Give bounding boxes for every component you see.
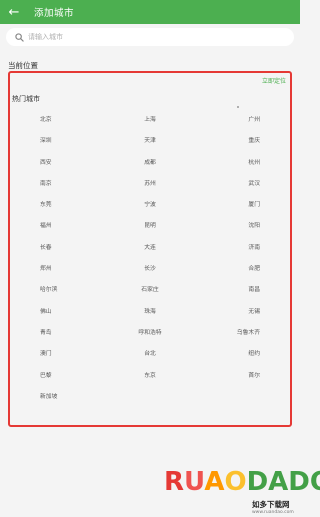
city-item[interactable]: 昆明 — [103, 216, 196, 237]
city-item[interactable]: 新加坡 — [10, 387, 103, 408]
back-button[interactable]: ← — [0, 0, 28, 24]
hot-cities-grid: 北京 上海 广州深圳 天津 重庆西安 成都 杭州南京 苏州 武汉东莞 宁波 厦门福州 昆明 沈阳长春 大连… — [10, 110, 290, 408]
city-item[interactable]: 苏州 — [103, 174, 196, 195]
city-item[interactable]: 福州 — [10, 216, 103, 237]
city-item[interactable]: 大连 — [103, 238, 196, 259]
city-item[interactable]: 纽约 — [197, 344, 290, 365]
city-item[interactable]: 澳门 — [10, 344, 103, 365]
watermark-tagline: 如多下载网 — [252, 500, 290, 509]
city-item[interactable]: 哈尔滨 — [10, 280, 103, 301]
city-item[interactable]: 首尔 — [197, 366, 290, 387]
city-item[interactable]: 上海 — [103, 110, 196, 131]
city-item[interactable]: 台北 — [103, 344, 196, 365]
locate-now-link[interactable]: 立即定位 — [262, 76, 286, 85]
current-location-title: 当前位置 — [8, 61, 38, 70]
city-item[interactable]: 东京 — [103, 366, 196, 387]
city-item[interactable]: 成都 — [103, 153, 196, 174]
city-item[interactable]: 天津 — [103, 131, 196, 152]
app-bar: ← 添加城市 — [0, 0, 300, 24]
watermark-url: www.ruandao.com — [252, 510, 294, 515]
city-item[interactable]: 宁波 — [103, 195, 196, 216]
city-item[interactable]: 厦门 — [197, 195, 290, 216]
city-item[interactable]: 武汉 — [197, 174, 290, 195]
city-item[interactable]: 西安 — [10, 153, 103, 174]
city-item[interactable]: 石家庄 — [103, 280, 196, 301]
city-item[interactable]: 合肥 — [197, 259, 290, 280]
city-panel: 立即定位 热门城市 北京 上海 广州深圳 天津 重庆西安 成都 杭州南京 苏州 武汉东莞 宁波 厦门… — [8, 71, 292, 427]
city-item[interactable]: 珠海 — [103, 302, 196, 323]
city-item[interactable]: 重庆 — [197, 131, 290, 152]
city-item[interactable]: 青岛 — [10, 323, 103, 344]
city-item[interactable]: 呼和浩特 — [103, 323, 196, 344]
page-title: 添加城市 — [34, 8, 75, 19]
city-item[interactable]: 佛山 — [10, 302, 103, 323]
city-item[interactable]: 杭州 — [197, 153, 290, 174]
search-icon — [12, 30, 26, 44]
city-item[interactable]: 无锡 — [197, 302, 290, 323]
city-item[interactable]: 沈阳 — [197, 216, 290, 237]
city-item[interactable]: 南京 — [10, 174, 103, 195]
city-item[interactable]: 广州 — [197, 110, 290, 131]
city-item[interactable]: 巴黎 — [10, 366, 103, 387]
decorative-dot — [237, 106, 239, 108]
city-item[interactable]: 南昌 — [197, 280, 290, 301]
search-input[interactable] — [28, 33, 278, 41]
watermark: RUAODADO 如多下载网 www.ruandao.com — [164, 466, 320, 517]
hot-cities-title: 热门城市 — [12, 95, 40, 103]
city-item[interactable]: 济南 — [197, 238, 290, 259]
city-item[interactable]: 深圳 — [10, 131, 103, 152]
city-item[interactable]: 北京 — [10, 110, 103, 131]
city-item[interactable]: 东莞 — [10, 195, 103, 216]
watermark-logo: RUAODADO — [164, 467, 320, 497]
search-bar[interactable] — [6, 28, 294, 46]
arrow-left-icon: ← — [8, 4, 20, 20]
city-item[interactable]: 长沙 — [103, 259, 196, 280]
city-item[interactable]: 长春 — [10, 238, 103, 259]
city-item[interactable]: 郑州 — [10, 259, 103, 280]
city-item[interactable]: 乌鲁木齐 — [197, 323, 290, 344]
